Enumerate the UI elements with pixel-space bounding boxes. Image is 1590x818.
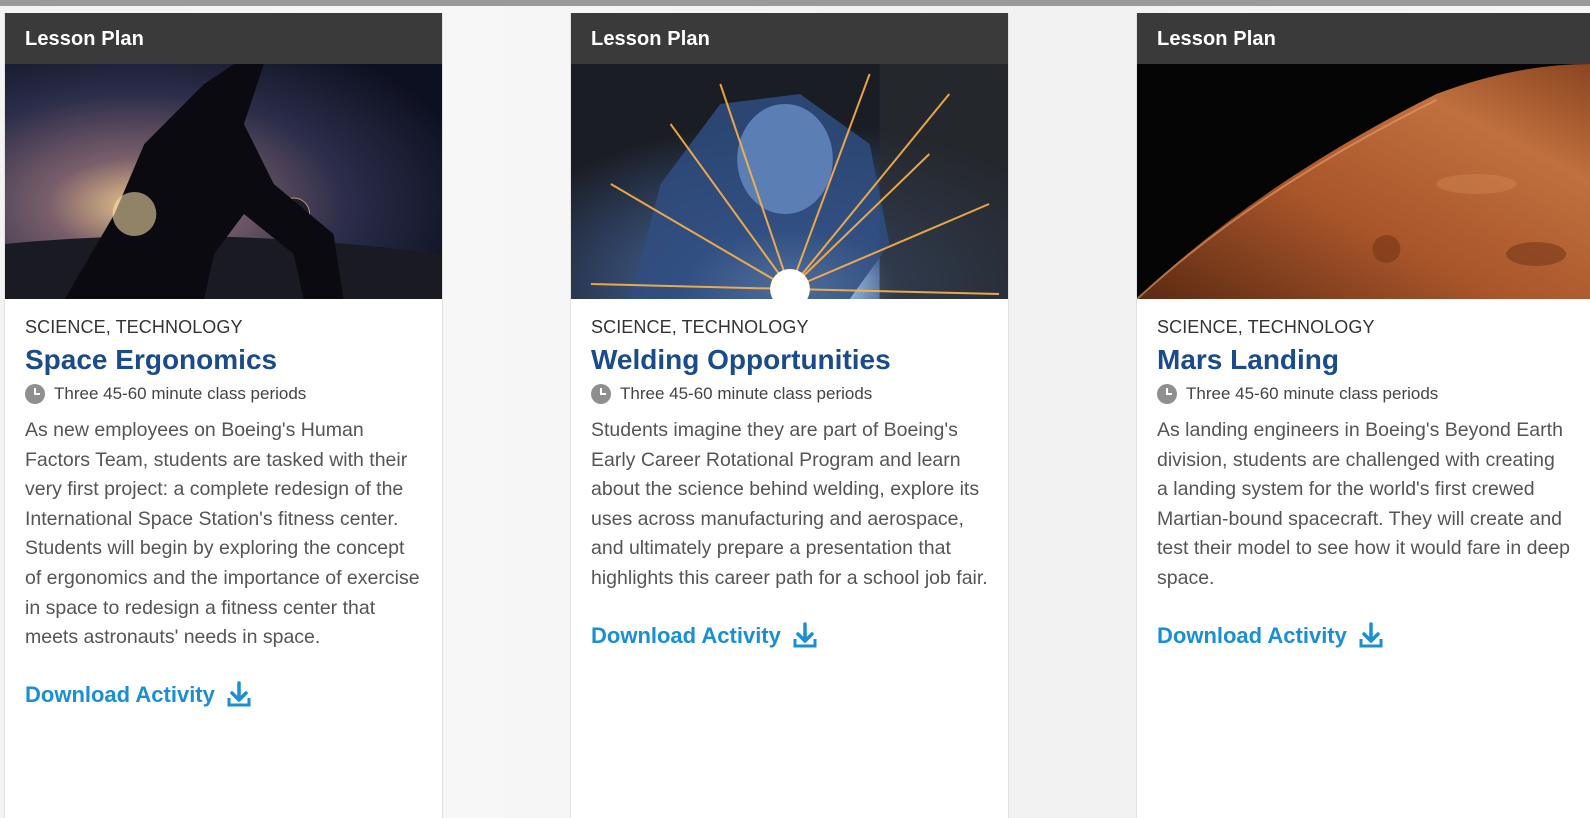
lesson-title[interactable]: Welding Opportunities [591,344,988,376]
card-type-label: Lesson Plan [5,13,442,64]
download-label: Download Activity [1157,622,1347,648]
lesson-title[interactable]: Mars Landing [1157,344,1570,376]
download-activity-link[interactable]: Download Activity [25,681,251,709]
duration-text: Three 45-60 minute class periods [54,384,307,403]
download-icon [1359,621,1383,648]
lesson-thumbnail-image[interactable] [5,64,442,299]
lesson-description: As landing engineers in Boeing's Beyond … [1157,419,1570,589]
lesson-duration: Three 45-60 minute class periods [1157,384,1570,404]
lesson-subjects: SCIENCE, TECHNOLOGY [1157,317,1375,337]
clock-icon [1157,384,1177,404]
duration-text: Three 45-60 minute class periods [620,384,873,403]
lesson-title[interactable]: Space Ergonomics [25,344,422,376]
download-icon [793,621,817,648]
lesson-card-mars-landing: Lesson Plan SCIENCE, TECHNOLOGY Mars Lan… [1136,13,1590,818]
lesson-card-welding-opportunities: Lesson Plan SCIENCE, TECHNOLOGY Welding … [570,13,1009,818]
lesson-thumbnail-image[interactable] [571,64,1008,299]
download-activity-link[interactable]: Download Activity [591,621,817,650]
card-type-label: Lesson Plan [1137,13,1590,64]
lesson-card-space-ergonomics: Lesson Plan SCIENCE, TECHNOLOGY Space Er… [4,13,443,818]
download-icon [227,681,251,707]
download-activity-link[interactable]: Download Activity [1157,621,1383,650]
clock-icon [25,384,45,404]
lesson-description: Students imagine they are part of Boeing… [591,419,988,589]
lesson-description: As new employees on Boeing's Human Facto… [25,419,420,649]
lesson-subjects: SCIENCE, TECHNOLOGY [591,317,809,337]
clock-icon [591,384,611,404]
download-label: Download Activity [591,622,781,648]
lesson-duration: Three 45-60 minute class periods [591,384,988,404]
lesson-duration: Three 45-60 minute class periods [25,384,422,404]
lesson-subjects: SCIENCE, TECHNOLOGY [25,317,243,337]
lesson-thumbnail-image[interactable] [1137,64,1590,299]
duration-text: Three 45-60 minute class periods [1186,384,1439,403]
card-type-label: Lesson Plan [571,13,1008,64]
download-label: Download Activity [25,681,215,707]
